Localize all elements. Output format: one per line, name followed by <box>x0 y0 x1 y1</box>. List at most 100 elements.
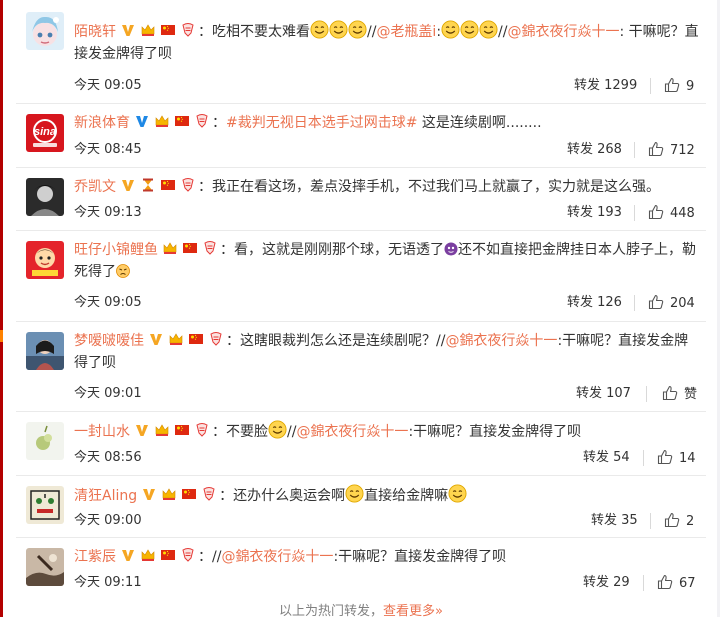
v-blue-badge-icon[interactable] <box>134 113 150 129</box>
crown-badge-icon[interactable] <box>154 113 170 129</box>
v-gold-badge-icon[interactable] <box>120 22 136 38</box>
user-badges <box>116 547 196 565</box>
v-gold-badge-icon[interactable] <box>141 486 157 502</box>
avatar[interactable] <box>26 486 64 524</box>
thumb-up-icon <box>657 449 673 465</box>
crown-badge-icon[interactable] <box>168 331 184 347</box>
ribbon-badge-icon[interactable] <box>180 547 196 563</box>
forward-button[interactable]: 转发 54 <box>583 449 630 467</box>
timestamp: 今天 09:05 <box>74 295 142 310</box>
thumb-up-icon <box>648 204 664 220</box>
ribbon-badge-icon[interactable] <box>180 22 196 38</box>
thumb-up-icon <box>648 294 664 310</box>
action-divider <box>650 513 651 529</box>
username[interactable]: 新浪体育 <box>74 115 130 131</box>
v-gold-badge-icon[interactable] <box>120 177 136 193</box>
flag-badge-icon[interactable] <box>160 547 176 563</box>
forward-button[interactable]: 转发 107 <box>576 385 631 403</box>
like-count: 9 <box>686 79 695 94</box>
forward-text: 乔凯文 ：我正在看这场，差点没摔手机，不过我们马上就赢了，实力就是这么强。 <box>74 176 699 198</box>
ribbon-badge-icon[interactable] <box>202 240 218 256</box>
forward-item: 清狂Aling ：还办什么奥运会啊 直接给金牌嘛 今天 09:00 转发 35 2 <box>16 476 706 538</box>
avatar[interactable] <box>26 422 64 460</box>
username[interactable]: 乔凯文 <box>74 179 116 195</box>
forward-text: 梦嗳啵嗳佳 ：这瞎眼裁判怎么还是连续剧呢？//@錦衣夜行焱十一:干嘛呢？直接发金牌… <box>74 330 699 374</box>
username[interactable]: 旺仔小锦鲤鱼 <box>74 242 158 258</box>
like-button[interactable]: 448 <box>648 204 695 223</box>
like-button[interactable]: 赞 <box>662 385 697 404</box>
ribbon-badge-icon[interactable] <box>180 177 196 193</box>
avatar[interactable] <box>26 332 64 370</box>
smile-emoji-icon <box>460 20 479 39</box>
username[interactable]: 陌晓轩 <box>74 24 116 40</box>
forward-button[interactable]: 转发 29 <box>583 574 630 592</box>
avatar[interactable] <box>26 241 64 279</box>
crown-badge-icon[interactable] <box>154 422 170 438</box>
timestamp: 今天 09:01 <box>74 386 142 401</box>
action-divider <box>643 575 644 591</box>
like-button[interactable]: 2 <box>664 512 694 531</box>
user-badges <box>137 486 217 504</box>
forward-button[interactable]: 转发 126 <box>567 294 622 312</box>
smile-emoji-icon <box>345 484 364 503</box>
mention-link[interactable]: @老瓶盖i <box>376 24 436 40</box>
view-more-link[interactable]: 查看更多» <box>383 604 443 617</box>
like-button[interactable]: 14 <box>657 449 696 468</box>
avatar[interactable] <box>26 12 64 50</box>
forward-button[interactable]: 转发 35 <box>591 512 638 530</box>
content-text: 我正在看这场，差点没摔手机，不过我们马上就赢了，实力就是这么强。 <box>212 179 660 195</box>
topic-link[interactable]: #裁判无视日本选手过网击球# <box>226 115 417 131</box>
flag-badge-icon[interactable] <box>174 113 190 129</box>
forward-item: 陌晓轩 ：吃相不要太难看//@老瓶盖i://@錦衣夜行焱十一: 干嘛呢？直接发金牌… <box>16 0 706 104</box>
thumb-up-icon <box>657 574 673 590</box>
smile-emoji-icon <box>329 20 348 39</box>
username[interactable]: 一封山水 <box>74 424 130 440</box>
forward-text: 一封山水 ：不要脸//@錦衣夜行焱十一:干嘛呢？直接发金牌得了呗 <box>74 420 699 443</box>
content-text: 还办什么奥运会啊 <box>233 488 346 504</box>
footer-text: 以上为热门转发， <box>279 604 384 617</box>
crown-badge-icon[interactable] <box>162 240 178 256</box>
mention-link[interactable]: @錦衣夜行焱十一 <box>507 24 619 40</box>
v-gold-badge-icon[interactable] <box>134 422 150 438</box>
v-gold-badge-icon[interactable] <box>120 547 136 563</box>
avatar[interactable]: sina <box>26 114 64 152</box>
crown-badge-icon[interactable] <box>140 22 156 38</box>
forward-item: 一封山水 ：不要脸//@錦衣夜行焱十一:干嘛呢？直接发金牌得了呗 今天 08:56… <box>16 412 706 476</box>
crown-badge-icon[interactable] <box>161 486 177 502</box>
avatar[interactable] <box>26 178 64 216</box>
flag-badge-icon[interactable] <box>174 422 190 438</box>
smile-emoji-icon <box>441 20 460 39</box>
like-button[interactable]: 204 <box>648 294 695 313</box>
ribbon-badge-icon[interactable] <box>194 113 210 129</box>
avatar[interactable] <box>26 548 64 586</box>
like-button[interactable]: 712 <box>648 141 695 160</box>
like-button[interactable]: 9 <box>664 77 694 96</box>
thumb-up-icon <box>648 141 664 157</box>
flag-badge-icon[interactable] <box>160 177 176 193</box>
action-divider <box>634 142 635 158</box>
mention-link[interactable]: @錦衣夜行焱十一 <box>445 333 557 349</box>
colon: ： <box>219 488 234 504</box>
action-divider <box>634 295 635 311</box>
flag-badge-icon[interactable] <box>181 486 197 502</box>
forward-button[interactable]: 转发 193 <box>567 204 622 222</box>
flag-badge-icon[interactable] <box>182 240 198 256</box>
username[interactable]: 梦嗳啵嗳佳 <box>74 333 144 349</box>
ribbon-badge-icon[interactable] <box>208 331 224 347</box>
mention-link[interactable]: @錦衣夜行焱十一 <box>296 424 408 440</box>
username[interactable]: 江紫辰 <box>74 549 116 565</box>
like-button[interactable]: 67 <box>657 574 696 593</box>
mention-link[interactable]: @錦衣夜行焱十一 <box>221 549 333 565</box>
forward-button[interactable]: 转发 268 <box>567 141 622 159</box>
smile-emoji-icon <box>479 20 498 39</box>
username[interactable]: 清狂Aling <box>74 488 137 504</box>
flag-badge-icon[interactable] <box>188 331 204 347</box>
v-gold-badge-icon[interactable] <box>148 331 164 347</box>
ribbon-badge-icon[interactable] <box>201 486 217 502</box>
hourglass-badge-icon[interactable] <box>140 177 156 193</box>
flag-badge-icon[interactable] <box>160 22 176 38</box>
forward-button[interactable]: 转发 1299 <box>574 77 637 95</box>
crown-badge-icon[interactable] <box>140 547 156 563</box>
ribbon-badge-icon[interactable] <box>194 422 210 438</box>
timestamp: 今天 08:45 <box>74 142 142 157</box>
